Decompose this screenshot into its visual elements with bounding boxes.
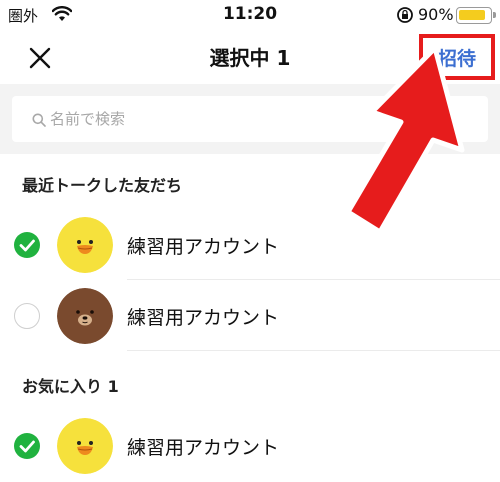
friend-row[interactable]: 練習用アカウント [0, 210, 500, 280]
invite-button[interactable]: 招待 [419, 34, 495, 80]
search-input[interactable] [50, 106, 470, 132]
friend-row[interactable]: 練習用アカウント [0, 411, 500, 481]
header-bar: 選択中 1 招待 [0, 30, 500, 84]
search-box[interactable] [12, 96, 488, 142]
rotation-lock-icon [396, 6, 414, 28]
status-bar: 圏外 11:20 90% [0, 0, 500, 30]
unchecked-icon[interactable] [14, 303, 40, 329]
search-icon [32, 112, 46, 131]
friend-name: 練習用アカウント [127, 236, 280, 258]
checked-icon[interactable] [14, 433, 40, 459]
battery-icon [456, 7, 496, 24]
section-title-favorites: お気に入り 1 [22, 377, 119, 396]
sally-chick-avatar [57, 217, 113, 273]
sally-chick-avatar [57, 418, 113, 474]
divider [127, 350, 500, 351]
friend-name: 練習用アカウント [127, 307, 280, 329]
brown-bear-avatar [57, 288, 113, 344]
friend-row[interactable]: 練習用アカウント [0, 281, 500, 351]
checked-icon[interactable] [14, 232, 40, 258]
section-title-recent: 最近トークした友だち [22, 176, 183, 195]
divider [127, 279, 500, 280]
battery-percent: 90% [418, 5, 454, 24]
friend-name: 練習用アカウント [127, 437, 280, 459]
search-area [0, 84, 500, 154]
